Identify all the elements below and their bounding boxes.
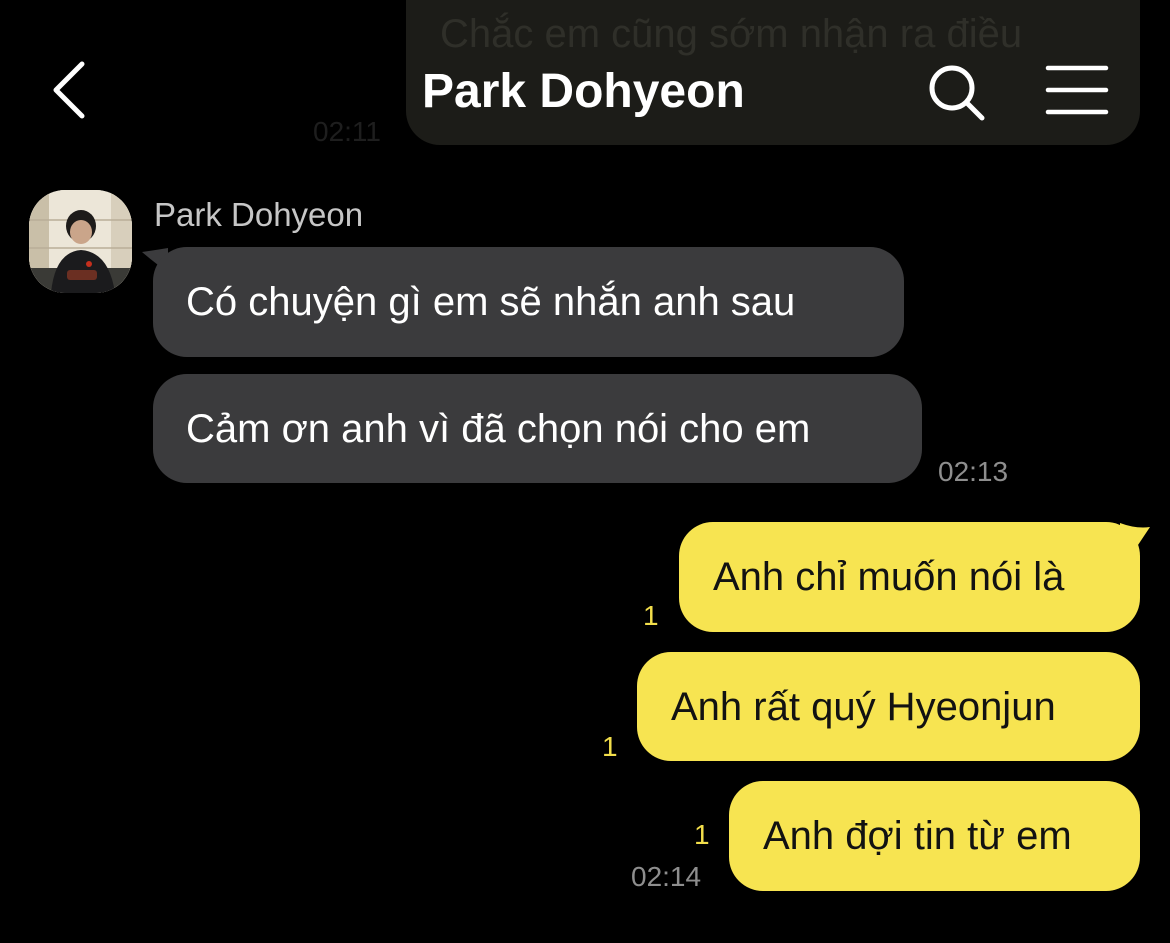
menu-icon[interactable] xyxy=(1044,62,1110,118)
outgoing-message-bubble[interactable]: Anh chỉ muốn nói là xyxy=(679,522,1140,632)
message-text: Anh rất quý Hyeonjun xyxy=(671,685,1056,729)
message-text: Có chuyện gì em sẽ nhắn anh sau xyxy=(186,280,796,324)
message-text: Anh chỉ muốn nói là xyxy=(713,555,1065,599)
message-text: Anh đợi tin từ em xyxy=(763,814,1072,858)
incoming-message-bubble[interactable]: Có chuyện gì em sẽ nhắn anh sau xyxy=(153,247,904,357)
chat-title: Park Dohyeon xyxy=(422,65,745,118)
message-text: Cảm ơn anh vì đã chọn nói cho em xyxy=(186,407,811,451)
message-timestamp: 02:13 xyxy=(938,456,1009,487)
message-timestamp: 02:14 xyxy=(631,861,702,892)
outgoing-message-bubble[interactable]: Anh rất quý Hyeonjun xyxy=(637,652,1140,761)
outgoing-message-bubble[interactable]: Anh đợi tin từ em xyxy=(729,781,1140,891)
unread-count: 1 xyxy=(602,731,618,762)
unread-count: 1 xyxy=(643,600,659,631)
search-icon[interactable] xyxy=(924,60,988,124)
unread-count: 1 xyxy=(694,819,710,850)
sender-name: Park Dohyeon xyxy=(154,196,364,233)
avatar[interactable] xyxy=(29,190,132,293)
incoming-message-bubble[interactable]: Cảm ơn anh vì đã chọn nói cho em xyxy=(153,374,922,483)
chevron-left-icon[interactable] xyxy=(40,58,104,122)
chat-header: Park Dohyeon xyxy=(0,0,1170,180)
